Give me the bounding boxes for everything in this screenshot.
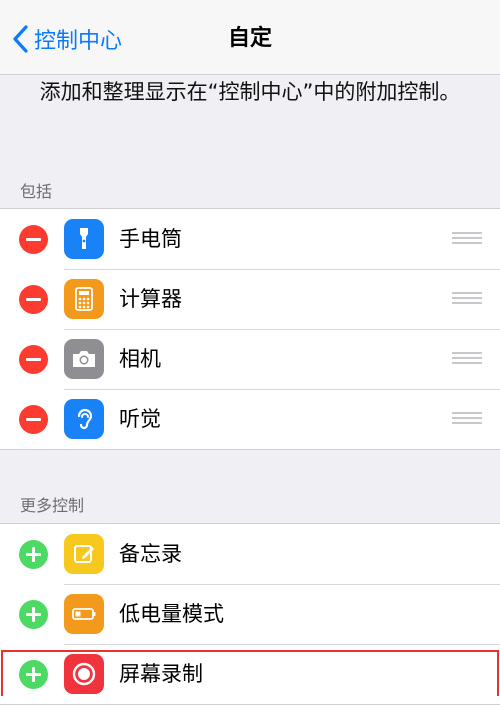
list-item-label: 备忘录 <box>119 542 182 566</box>
description-text: 添加和整理显示在“控制中心”中的附加控制。 <box>39 80 461 104</box>
battery-icon <box>64 594 104 634</box>
add-button[interactable] <box>19 600 48 629</box>
remove-button[interactable] <box>19 345 48 374</box>
reorder-handle[interactable] <box>452 352 482 366</box>
list-item-label: 手电筒 <box>119 227 182 251</box>
list-item-label: 相机 <box>119 347 161 371</box>
reorder-handle[interactable] <box>452 232 482 246</box>
remove-button[interactable] <box>19 405 48 434</box>
list-item: 屏幕录制 <box>0 644 500 704</box>
list-item: 听觉 <box>0 389 500 449</box>
list-item-label: 屏幕录制 <box>119 662 203 686</box>
list-item: 计算器 <box>0 269 500 329</box>
remove-button[interactable] <box>19 225 48 254</box>
list-item: 手电筒 <box>0 209 500 269</box>
list-item: 相机 <box>0 329 500 389</box>
list-item-label: 听觉 <box>119 407 161 431</box>
remove-button[interactable] <box>19 285 48 314</box>
section-header-more: 更多控制 <box>20 496 85 515</box>
screen-record-icon <box>64 654 104 694</box>
notes-icon <box>64 534 104 574</box>
add-button[interactable] <box>19 540 48 569</box>
list-item-label: 计算器 <box>119 287 182 311</box>
page-title: 自定 <box>227 26 272 51</box>
list-item: 低电量模式 <box>0 584 500 644</box>
camera-icon <box>64 339 104 379</box>
flashlight-icon <box>64 219 104 259</box>
section-header-included: 包括 <box>20 182 53 201</box>
reorder-handle[interactable] <box>452 412 482 426</box>
more-controls-list: 备忘录 低电量模式 屏幕录制 <box>0 523 500 705</box>
included-controls-list: 手电筒 计算器 相机 听觉 <box>0 208 500 450</box>
navigation-bar: 控制中心 自定 <box>0 0 500 75</box>
add-button[interactable] <box>19 660 48 689</box>
calculator-icon <box>64 279 104 319</box>
list-item-label: 低电量模式 <box>119 602 224 626</box>
ear-icon <box>64 399 104 439</box>
list-item: 备忘录 <box>0 524 500 584</box>
reorder-handle[interactable] <box>452 292 482 306</box>
